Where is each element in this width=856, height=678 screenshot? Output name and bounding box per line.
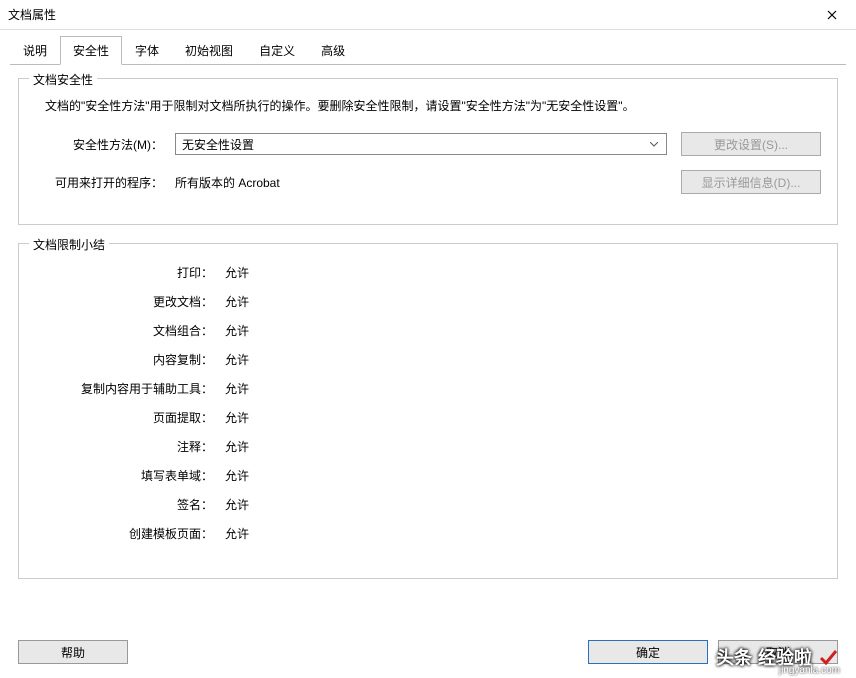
cancel-button[interactable]: 取消 [718, 640, 838, 664]
restriction-value: 允许 [225, 409, 821, 426]
restriction-value: 允许 [225, 467, 821, 484]
security-method-dropdown[interactable]: 无安全性设置 [175, 133, 667, 155]
show-details-button: 显示详细信息(D)... [681, 170, 821, 194]
restriction-row: 文档组合： 允许 [35, 322, 821, 339]
restriction-row: 填写表单域： 允许 [35, 467, 821, 484]
restriction-label: 页面提取： [35, 409, 225, 426]
open-program-label: 可用来打开的程序： [35, 174, 175, 191]
restriction-row: 创建模板页面： 允许 [35, 525, 821, 542]
document-restrictions-fieldset: 文档限制小结 打印： 允许 更改文档： 允许 文档组合： 允许 内容复制： 允许… [18, 243, 838, 579]
titlebar: 文档属性 [0, 0, 856, 30]
restriction-value: 允许 [225, 525, 821, 542]
watermark-url: jingyanla.com [779, 665, 840, 676]
restriction-row: 内容复制： 允许 [35, 351, 821, 368]
tab-underline [10, 64, 846, 65]
security-method-label: 安全性方法(M)： [35, 136, 175, 153]
restriction-row: 复制内容用于辅助工具： 允许 [35, 380, 821, 397]
restriction-value: 允许 [225, 351, 821, 368]
restriction-label: 内容复制： [35, 351, 225, 368]
tab-initial-view[interactable]: 初始视图 [172, 36, 246, 65]
tab-bar: 说明 安全性 字体 初始视图 自定义 高级 [0, 30, 856, 65]
tab-description[interactable]: 说明 [10, 36, 60, 65]
document-security-fieldset: 文档安全性 文档的"安全性方法"用于限制对文档所执行的操作。要删除安全性限制，请… [18, 78, 838, 225]
security-method-value: 无安全性设置 [182, 136, 254, 153]
restriction-label: 填写表单域： [35, 467, 225, 484]
restriction-value: 允许 [225, 438, 821, 455]
tab-security[interactable]: 安全性 [60, 36, 122, 65]
chevron-down-icon [646, 142, 662, 147]
restriction-row: 页面提取： 允许 [35, 409, 821, 426]
open-program-value: 所有版本的 Acrobat [175, 174, 667, 191]
restriction-label: 更改文档： [35, 293, 225, 310]
tab-fonts[interactable]: 字体 [122, 36, 172, 65]
restriction-value: 允许 [225, 380, 821, 397]
close-icon [827, 10, 837, 20]
restriction-value: 允许 [225, 496, 821, 513]
footer-right: 确定 取消 [588, 640, 838, 664]
restriction-label: 创建模板页面： [35, 525, 225, 542]
restriction-row: 注释： 允许 [35, 438, 821, 455]
ok-button[interactable]: 确定 [588, 640, 708, 664]
restriction-label: 签名： [35, 496, 225, 513]
restriction-value: 允许 [225, 264, 821, 281]
tab-custom[interactable]: 自定义 [246, 36, 308, 65]
security-legend: 文档安全性 [29, 71, 97, 88]
security-description: 文档的"安全性方法"用于限制对文档所执行的操作。要删除安全性限制，请设置"安全性… [45, 97, 821, 116]
window-title: 文档属性 [8, 6, 816, 23]
close-button[interactable] [816, 3, 848, 27]
restriction-row: 打印： 允许 [35, 264, 821, 281]
restriction-row: 签名： 允许 [35, 496, 821, 513]
change-settings-button: 更改设置(S)... [681, 132, 821, 156]
restriction-label: 打印： [35, 264, 225, 281]
restrictions-legend: 文档限制小结 [29, 236, 109, 253]
footer: 帮助 确定 取消 [0, 640, 856, 664]
restriction-label: 文档组合： [35, 322, 225, 339]
help-button[interactable]: 帮助 [18, 640, 128, 664]
content-area: 文档安全性 文档的"安全性方法"用于限制对文档所执行的操作。要删除安全性限制，请… [0, 66, 856, 609]
restriction-row: 更改文档： 允许 [35, 293, 821, 310]
restriction-value: 允许 [225, 293, 821, 310]
restriction-list: 打印： 允许 更改文档： 允许 文档组合： 允许 内容复制： 允许 复制内容用于… [35, 256, 821, 562]
open-program-row: 可用来打开的程序： 所有版本的 Acrobat 显示详细信息(D)... [35, 170, 821, 194]
restriction-value: 允许 [225, 322, 821, 339]
tab-advanced[interactable]: 高级 [308, 36, 358, 65]
security-method-row: 安全性方法(M)： 无安全性设置 更改设置(S)... [35, 132, 821, 156]
restriction-label: 注释： [35, 438, 225, 455]
restriction-label: 复制内容用于辅助工具： [35, 380, 225, 397]
